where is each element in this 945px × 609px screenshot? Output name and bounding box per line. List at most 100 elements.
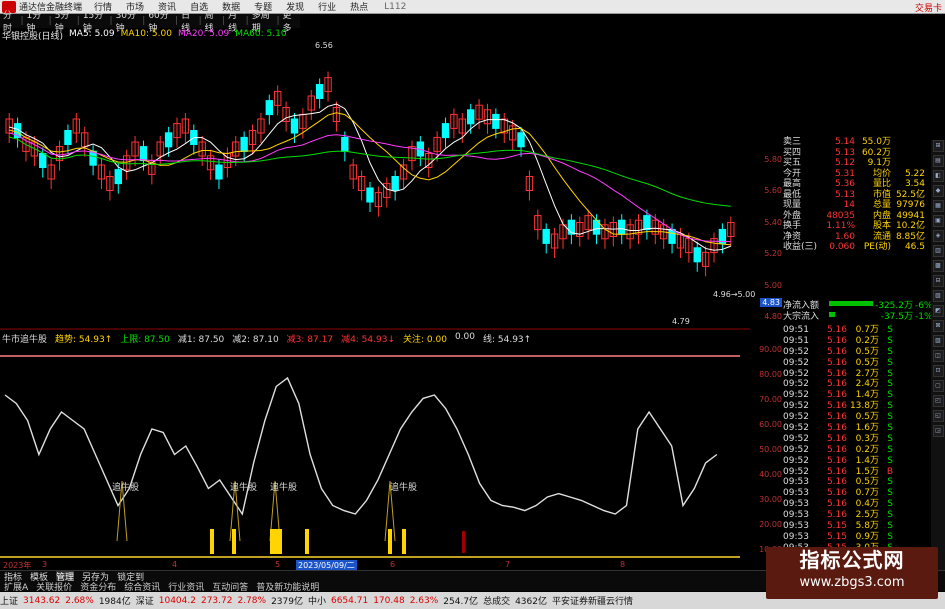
sub-tick: 30.00 xyxy=(759,495,782,504)
tick-cell: 09:52 xyxy=(783,368,809,379)
tab-qa[interactable]: 互动问答 xyxy=(212,580,248,593)
tick-cell: S xyxy=(887,477,893,488)
quote-cell: 52.5亿 xyxy=(895,189,925,200)
separator: | xyxy=(109,16,113,26)
tick-cell: 5.16 xyxy=(826,401,847,412)
quote-cell xyxy=(891,137,925,148)
price-tick: 5.00 xyxy=(764,281,782,290)
quote-row: 卖三 5.14 55.0万 xyxy=(783,137,929,148)
tick-cell: 0.2万 xyxy=(855,444,879,455)
candle-body xyxy=(643,215,651,231)
quote-row: 今开 5.31 均价 5.22 xyxy=(783,169,929,180)
price-tick: 5.80 xyxy=(764,155,782,164)
quote-cell: 股本 xyxy=(872,221,891,231)
tool-button[interactable]: ▢ xyxy=(932,380,944,392)
tick-cell: 5.16 xyxy=(826,455,847,466)
tool-button[interactable]: ⊠ xyxy=(932,320,944,332)
tool-button[interactable]: ⊡ xyxy=(932,365,944,377)
quote-row: 外盘 48035 内盘 49941 xyxy=(783,211,929,222)
indicator-focus: 关注: 0.00 xyxy=(403,335,447,345)
sz-pct: 2.78% xyxy=(237,595,267,606)
tab-hotspot[interactable]: 热点 xyxy=(350,0,368,13)
tool-button[interactable]: ◱ xyxy=(932,410,944,422)
tool-button[interactable]: ▨ xyxy=(932,335,944,347)
tick-cell: 09:51 xyxy=(783,325,809,335)
watermark-title: 指标公式网 xyxy=(799,548,905,572)
time-tick: 7 xyxy=(505,560,511,569)
quote-cell: 1.60 xyxy=(834,231,855,242)
candle-body xyxy=(391,176,399,191)
tab-industry[interactable]: 行业 xyxy=(318,0,336,13)
tick-cell: S xyxy=(887,531,893,542)
flow-pct: -6% xyxy=(915,301,933,311)
tick-row: 09:52 5.16 13.8万 S xyxy=(783,401,929,412)
flow-row: 大宗流入 -37.5万 -1% xyxy=(783,311,933,323)
zx-label[interactable]: 中小 xyxy=(308,594,326,607)
sz-change: 273.72 xyxy=(200,595,233,606)
tool-button[interactable]: ▣ xyxy=(932,215,944,227)
quote-cell: 量比 xyxy=(872,179,891,189)
sz-label[interactable]: 深证 xyxy=(136,594,154,607)
tick-cell: 09:52 xyxy=(783,357,809,368)
tab-new-feature[interactable]: 普及新功能说明 xyxy=(256,580,319,593)
tick-cell: 09:53 xyxy=(783,521,809,532)
indicator-panel[interactable]: 牛市追牛股 趋势: 54.93↑ 上限: 87.50 减1: 87.50 减2:… xyxy=(0,331,750,561)
indicator-minus3: 减3: 87.17 xyxy=(286,335,334,345)
tick-cell: 13.8万 xyxy=(849,401,879,412)
quote-row: 最低 5.13 市值 52.5亿 xyxy=(783,190,929,201)
tick-cell: 5.16 xyxy=(826,346,847,357)
tick-cell: 5.16 xyxy=(826,412,847,423)
tool-button[interactable]: ◰ xyxy=(932,395,944,407)
tick-row: 09:51 5.16 0.2万 S xyxy=(783,336,929,347)
tab-industry-news[interactable]: 行业资讯 xyxy=(168,580,204,593)
tick-cell: 09:53 xyxy=(783,510,809,521)
tool-button[interactable]: ◫ xyxy=(932,350,944,362)
tick-cell: 5.16 xyxy=(826,390,847,401)
sh-amount: 1984亿 xyxy=(98,597,131,607)
kline-panel[interactable]: 华银控股(日线) MA5: 5.09 MA10: 5.00 MA20: 5.09… xyxy=(0,28,755,330)
tab-extend[interactable]: 扩展A xyxy=(4,580,28,593)
tool-button[interactable]: ▧ xyxy=(932,290,944,302)
tool-button[interactable]: ◧ xyxy=(932,170,944,182)
tool-button[interactable]: ▩ xyxy=(932,260,944,272)
tick-row: 09:53 5.16 0.5万 S xyxy=(783,477,929,488)
tick-cell: 1.4万 xyxy=(855,390,879,401)
quote-cell: 流通 xyxy=(872,231,891,242)
quote-row: 买五 5.12 9.1万 xyxy=(783,158,929,169)
tool-button[interactable]: ◲ xyxy=(932,425,944,437)
quote-cell: 均价 xyxy=(872,168,891,179)
tick-cell: 5.16 xyxy=(826,444,847,455)
tick-list[interactable]: 09:51 5.16 0.7万 S 09:51 5.16 0.2万 S 09:52 5.16 0.5… xyxy=(783,325,929,565)
candle-body xyxy=(215,164,223,180)
tab-fund[interactable]: 资金分布 xyxy=(80,580,116,593)
quote-row: 净资 1.60 流通 8.85亿 xyxy=(783,232,929,243)
tick-cell: 0.4万 xyxy=(855,499,879,510)
candle-body xyxy=(441,123,450,139)
trade-button[interactable]: 交易卡 xyxy=(915,1,942,14)
tick-cell: 5.16 xyxy=(826,325,847,335)
tab-news[interactable]: 综合资讯 xyxy=(124,580,160,593)
sh-label[interactable]: 上证 xyxy=(0,594,18,607)
tool-button[interactable]: ▥ xyxy=(932,245,944,257)
tab-related[interactable]: 关联报价 xyxy=(36,580,72,593)
tick-row: 09:53 5.16 0.7万 S xyxy=(783,488,929,499)
tool-button[interactable]: ▤ xyxy=(932,155,944,167)
signal-bar xyxy=(210,529,214,554)
tool-button[interactable]: ◆ xyxy=(932,185,944,197)
tick-cell: 0.5万 xyxy=(855,357,879,368)
signal-bar xyxy=(462,531,465,553)
tool-button[interactable]: ⊟ xyxy=(932,275,944,287)
sh-pct: 2.68% xyxy=(65,595,94,606)
tick-cell: 5.16 xyxy=(826,499,847,510)
quote-cell: 9.1万 xyxy=(867,158,891,168)
tool-button[interactable]: ◩ xyxy=(932,305,944,317)
ma5-label: MA5: 5.09 xyxy=(69,29,115,39)
ma20-label: MA20: 5.09 xyxy=(177,29,230,39)
tool-button[interactable]: ▦ xyxy=(932,200,944,212)
tool-button[interactable]: ⊞ xyxy=(932,140,944,152)
quote-cell: 49941 xyxy=(896,210,925,221)
fund-flow: 净流入额 -325.2万 -6% 大宗流入 -37.5万 -1% 09:51 5.16 0.… xyxy=(783,301,933,565)
tool-button[interactable]: ◈ xyxy=(932,230,944,242)
sz-value: 10404.2 xyxy=(158,595,196,606)
signal-bar xyxy=(270,529,274,554)
